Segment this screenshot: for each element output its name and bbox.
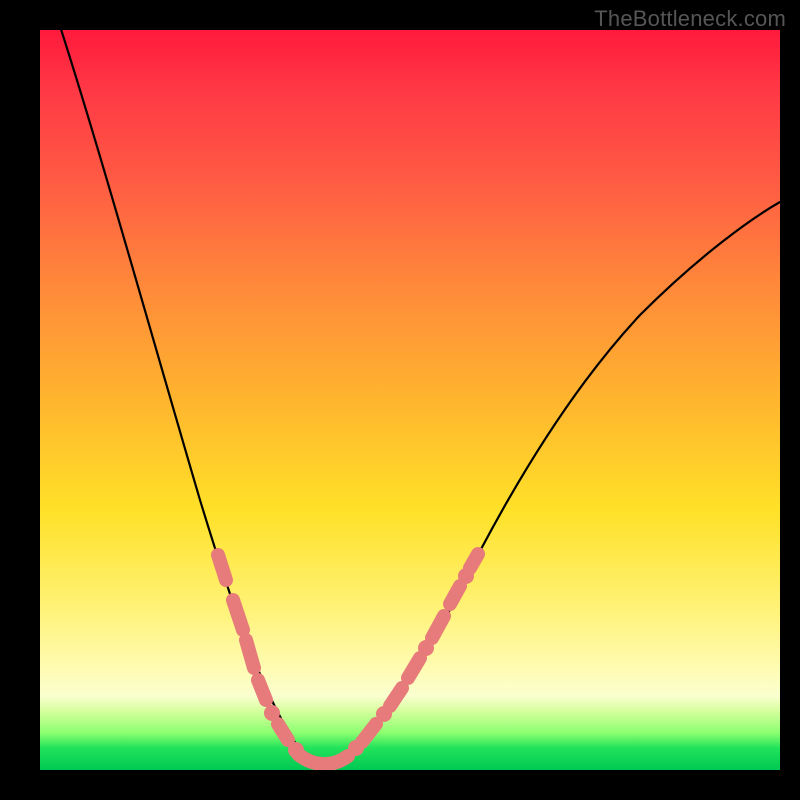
optimal-range-overlay xyxy=(218,554,478,764)
watermark-text: TheBottleneck.com xyxy=(594,6,786,32)
curve-layer xyxy=(40,30,780,770)
plot-area xyxy=(40,30,780,770)
chart-frame: TheBottleneck.com xyxy=(0,0,800,800)
